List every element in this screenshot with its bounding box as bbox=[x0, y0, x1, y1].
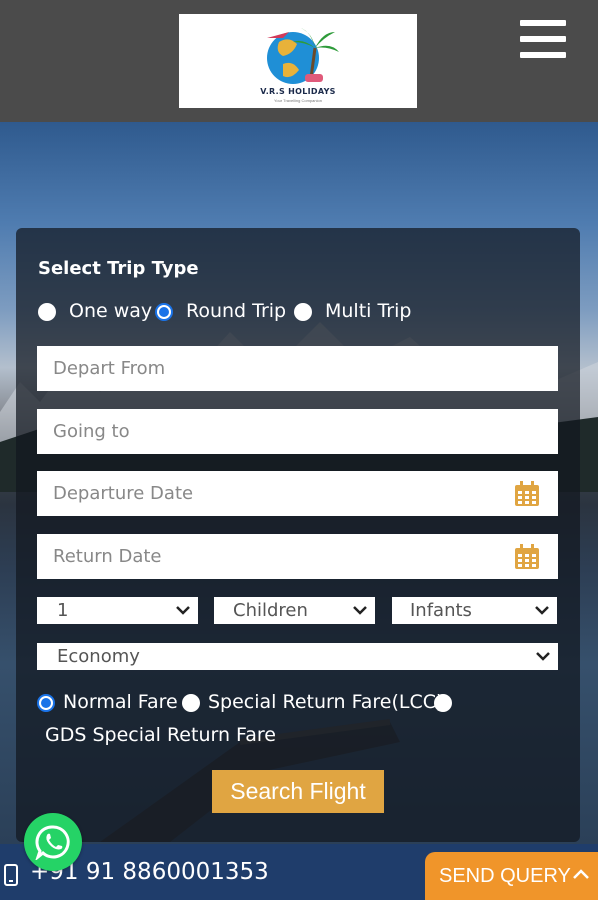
infants-value: Infants bbox=[410, 600, 472, 621]
hamburger-menu-icon[interactable] bbox=[520, 20, 566, 60]
logo-title: V.R.S HOLIDAYS bbox=[260, 87, 336, 96]
phone-icon bbox=[4, 864, 18, 886]
whatsapp-glyph-icon bbox=[35, 825, 70, 860]
departure-date-input[interactable]: Departure Date bbox=[37, 471, 558, 516]
radio-one-way[interactable] bbox=[38, 303, 56, 321]
send-query-label: SEND QUERY bbox=[439, 865, 571, 887]
return-date-input[interactable]: Return Date bbox=[37, 534, 558, 579]
calendar-icon[interactable] bbox=[514, 544, 540, 570]
cabin-class-value: Economy bbox=[57, 646, 140, 667]
chevron-down-icon bbox=[535, 606, 549, 615]
cabin-class-select[interactable]: Economy bbox=[37, 643, 558, 670]
chevron-up-icon bbox=[573, 869, 589, 879]
radio-round-trip[interactable] bbox=[155, 303, 173, 321]
radio-special-return-fare-lcc[interactable] bbox=[182, 694, 200, 712]
radio-normal-fare[interactable] bbox=[37, 694, 55, 712]
departure-date-placeholder: Departure Date bbox=[53, 483, 194, 504]
search-flight-button[interactable]: Search Flight bbox=[212, 770, 384, 813]
label-special-return-fare-lcc[interactable]: Special Return Fare(LCC) bbox=[208, 691, 443, 713]
depart-from-input[interactable]: Depart From bbox=[37, 346, 558, 391]
children-value: Children bbox=[233, 600, 308, 621]
trip-type-heading: Select Trip Type bbox=[38, 258, 199, 279]
label-one-way[interactable]: One way bbox=[69, 300, 152, 322]
radio-multi-trip[interactable] bbox=[294, 303, 312, 321]
label-normal-fare[interactable]: Normal Fare bbox=[63, 691, 178, 713]
radio-gds-special-return-fare[interactable] bbox=[434, 694, 452, 712]
send-query-button[interactable]: SEND QUERY bbox=[425, 852, 598, 900]
infants-select[interactable]: Infants bbox=[392, 597, 557, 624]
children-select[interactable]: Children bbox=[214, 597, 375, 624]
label-multi-trip[interactable]: Multi Trip bbox=[325, 300, 411, 322]
whatsapp-icon[interactable] bbox=[24, 813, 82, 871]
label-round-trip[interactable]: Round Trip bbox=[186, 300, 286, 322]
logo-globe-palm-icon bbox=[267, 28, 339, 84]
adults-select[interactable]: 1 bbox=[37, 597, 198, 624]
label-gds-special-return-fare[interactable]: GDS Special Return Fare bbox=[45, 724, 276, 746]
calendar-icon[interactable] bbox=[514, 481, 540, 507]
going-to-input[interactable]: Going to bbox=[37, 409, 558, 454]
chevron-down-icon bbox=[353, 606, 367, 615]
site-header: V.R.S HOLIDAYS Your Travelling Companion bbox=[0, 0, 598, 122]
adults-value: 1 bbox=[57, 600, 69, 621]
chevron-down-icon bbox=[536, 652, 550, 661]
chevron-down-icon bbox=[176, 606, 190, 615]
brand-logo[interactable]: V.R.S HOLIDAYS Your Travelling Companion bbox=[179, 14, 417, 108]
logo-tagline: Your Travelling Companion bbox=[274, 98, 322, 103]
return-date-placeholder: Return Date bbox=[53, 546, 162, 567]
